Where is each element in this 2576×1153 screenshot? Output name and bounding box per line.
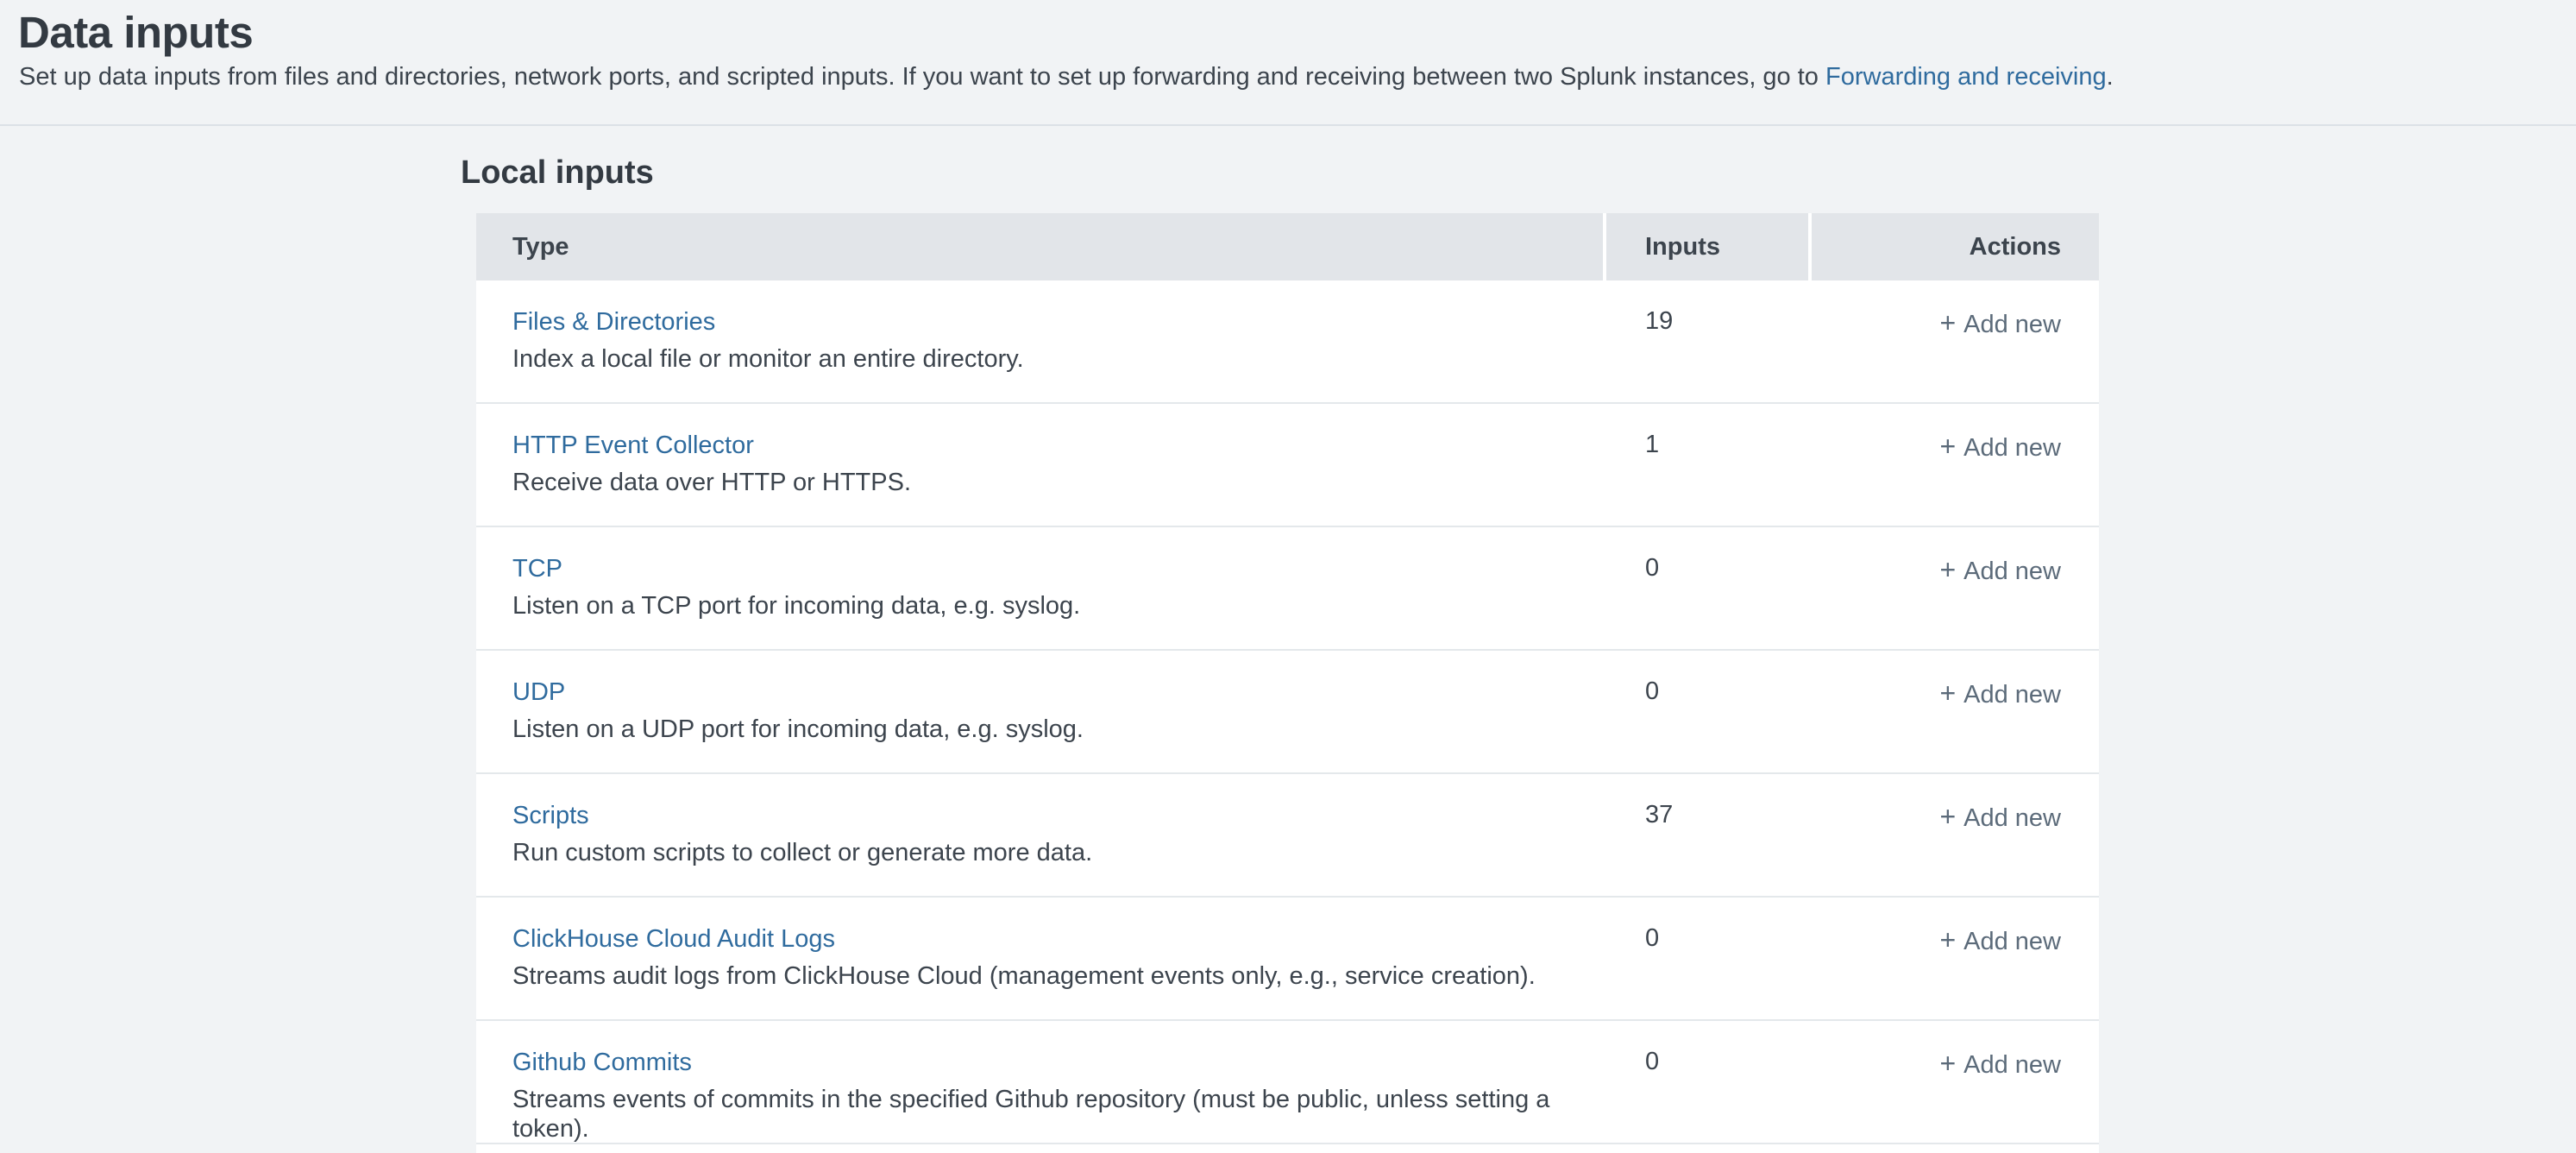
column-header-type: Type <box>476 213 1603 280</box>
actions-cell: +Add new <box>1812 404 2099 526</box>
add-new-link[interactable]: +Add new <box>1939 804 2061 832</box>
local-inputs-table: Type Inputs Actions Files & Directories … <box>476 213 2099 1153</box>
type-cell: ClickHouse Cloud Audit Logs Streams audi… <box>476 898 1606 1019</box>
inputs-count: 0 <box>1606 527 1812 649</box>
forwarding-receiving-link[interactable]: Forwarding and receiving <box>1825 63 2107 91</box>
http-event-collector-link[interactable]: HTTP Event Collector <box>512 431 754 460</box>
table-header-row: Type Inputs Actions <box>476 213 2099 280</box>
inputs-count: 37 <box>1606 774 1812 896</box>
add-new-link[interactable]: +Add new <box>1939 434 2061 462</box>
type-cell: TCP Listen on a TCP port for incoming da… <box>476 527 1606 649</box>
add-new-link[interactable]: +Add new <box>1939 681 2061 709</box>
type-cell: Github Commits Streams events of commits… <box>476 1021 1606 1143</box>
row-description: Streams audit logs from ClickHouse Cloud… <box>512 961 1606 991</box>
plus-icon: + <box>1939 801 1956 832</box>
files-directories-link[interactable]: Files & Directories <box>512 307 715 337</box>
type-cell: Files & Directories Index a local file o… <box>476 280 1606 402</box>
add-new-label: Add new <box>1963 804 2061 832</box>
actions-cell: + Add new <box>1812 280 2099 402</box>
page-subtitle: Set up data inputs from files and direct… <box>19 61 2114 92</box>
inputs-count: 19 <box>1606 280 1812 402</box>
subtitle-text: Set up data inputs from files and direct… <box>19 63 1825 91</box>
table-row-github-commits: Github Commits Streams events of commits… <box>476 1021 2099 1144</box>
plus-icon: + <box>1939 431 1956 462</box>
add-new-label: Add new <box>1963 558 2061 585</box>
table-row-http-event-collector: HTTP Event Collector Receive data over H… <box>476 404 2099 527</box>
scripts-link[interactable]: Scripts <box>512 801 589 830</box>
add-new-label: Add new <box>1963 434 2061 462</box>
add-new-label: Add new <box>1963 311 2061 338</box>
add-new-label: Add new <box>1963 681 2061 709</box>
row-description: Streams events of commits in the specifi… <box>512 1085 1606 1144</box>
inputs-count: 0 <box>1606 898 1812 1019</box>
add-new-link[interactable]: +Add new <box>1939 558 2061 585</box>
row-description: Listen on a UDP port for incoming data, … <box>512 715 1606 744</box>
row-description: Receive data over HTTP or HTTPS. <box>512 468 1606 497</box>
row-description: Run custom scripts to collect or generat… <box>512 838 1606 867</box>
plus-icon: + <box>1939 1048 1956 1079</box>
add-new-label: Add new <box>1963 1051 2061 1079</box>
plus-icon: + <box>1939 307 1956 338</box>
type-cell: UDP Listen on a UDP port for incoming da… <box>476 651 1606 772</box>
row-description: Index a local file or monitor an entire … <box>512 344 1606 374</box>
add-new-link[interactable]: +Add new <box>1939 928 2061 955</box>
actions-cell: +Add new <box>1812 651 2099 772</box>
table-row-clickhouse-cloud-audit-logs: ClickHouse Cloud Audit Logs Streams audi… <box>476 898 2099 1021</box>
plus-icon: + <box>1939 554 1956 585</box>
actions-cell: + Add new <box>1812 898 2099 1019</box>
inputs-count: 0 <box>1606 1021 1812 1143</box>
github-commits-link[interactable]: Github Commits <box>512 1048 692 1077</box>
plus-icon: + <box>1939 924 1956 955</box>
page-title: Data inputs <box>18 7 253 58</box>
row-description: Listen on a TCP port for incoming data, … <box>512 591 1606 621</box>
page-header: Data inputs Set up data inputs from file… <box>0 0 2576 126</box>
actions-cell: + Add new <box>1812 527 2099 649</box>
actions-cell: +Add new <box>1812 774 2099 896</box>
inputs-count: 1 <box>1606 404 1812 526</box>
udp-link[interactable]: UDP <box>512 677 565 707</box>
section-title-local-inputs: Local inputs <box>461 154 654 192</box>
table-row-udp: UDP Listen on a UDP port for incoming da… <box>476 651 2099 774</box>
add-new-label: Add new <box>1963 928 2061 955</box>
table-row-scripts: Scripts Run custom scripts to collect or… <box>476 774 2099 898</box>
subtitle-period: . <box>2107 63 2114 91</box>
add-new-link[interactable]: +Add new <box>1939 311 2061 338</box>
tcp-link[interactable]: TCP <box>512 554 562 583</box>
actions-cell: +Add new <box>1812 1021 2099 1143</box>
table-row-tcp: TCP Listen on a TCP port for incoming da… <box>476 527 2099 651</box>
add-new-link[interactable]: +Add new <box>1939 1051 2061 1079</box>
clickhouse-cloud-audit-logs-link[interactable]: ClickHouse Cloud Audit Logs <box>512 924 835 954</box>
column-header-inputs: Inputs <box>1606 213 1808 280</box>
next-row-cutoff <box>476 1144 2099 1153</box>
type-cell: Scripts Run custom scripts to collect or… <box>476 774 1606 896</box>
inputs-count: 0 <box>1606 651 1812 772</box>
type-cell: HTTP Event Collector Receive data over H… <box>476 404 1606 526</box>
column-header-actions: Actions <box>1812 213 2099 280</box>
plus-icon: + <box>1939 677 1956 709</box>
table-body: Files & Directories Index a local file o… <box>476 280 2099 1153</box>
table-row-files-directories: Files & Directories Index a local file o… <box>476 280 2099 404</box>
